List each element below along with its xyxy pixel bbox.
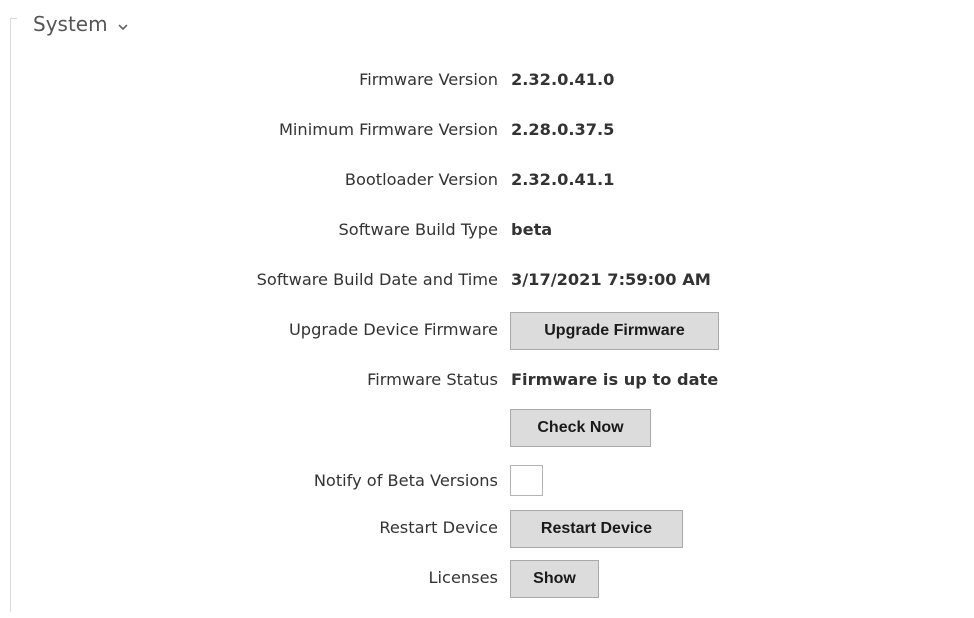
section-border-tick	[10, 18, 17, 19]
bootloader-version-label: Bootloader Version	[344, 170, 498, 189]
row-upgrade-firmware: Upgrade Device Firmware Upgrade Firmware	[0, 312, 974, 350]
notify-beta-label: Notify of Beta Versions	[313, 471, 498, 490]
firmware-status-label: Firmware Status	[367, 370, 498, 389]
notify-beta-checkbox[interactable]	[510, 465, 543, 496]
row-minimum-firmware-version: Minimum Firmware Version 2.28.0.37.5	[0, 115, 974, 145]
upgrade-firmware-button[interactable]: Upgrade Firmware	[510, 312, 719, 350]
firmware-version-label: Firmware Version	[359, 70, 498, 89]
row-licenses: Licenses Show	[0, 560, 974, 598]
software-build-date-value: 3/17/2021 7:59:00 AM	[511, 270, 711, 289]
licenses-label: Licenses	[428, 568, 498, 587]
chevron-down-icon	[117, 18, 129, 30]
licenses-show-button[interactable]: Show	[510, 560, 599, 598]
upgrade-firmware-label: Upgrade Device Firmware	[288, 320, 498, 339]
minimum-firmware-version-label: Minimum Firmware Version	[278, 120, 498, 139]
restart-device-label: Restart Device	[379, 518, 498, 537]
firmware-version-value: 2.32.0.41.0	[511, 70, 615, 89]
check-now-button[interactable]: Check Now	[510, 409, 651, 447]
section-title: System	[33, 12, 108, 36]
software-build-date-label: Software Build Date and Time	[256, 270, 498, 289]
row-check-now: Check Now	[0, 409, 974, 447]
minimum-firmware-version-value: 2.28.0.37.5	[511, 120, 615, 139]
restart-device-button[interactable]: Restart Device	[510, 510, 683, 548]
row-software-build-type: Software Build Type beta	[0, 215, 974, 245]
row-bootloader-version: Bootloader Version 2.32.0.41.1	[0, 165, 974, 195]
bootloader-version-value: 2.32.0.41.1	[511, 170, 615, 189]
row-firmware-status: Firmware Status Firmware is up to date	[0, 365, 974, 395]
software-build-type-value: beta	[511, 220, 553, 239]
row-notify-beta: Notify of Beta Versions	[0, 465, 974, 496]
row-firmware-version: Firmware Version 2.32.0.41.0	[0, 65, 974, 95]
software-build-type-label: Software Build Type	[338, 220, 498, 239]
system-settings-page: System Firmware Version 2.32.0.41.0 Mini…	[0, 0, 974, 618]
section-header-system[interactable]: System	[33, 8, 129, 40]
row-restart-device: Restart Device Restart Device	[0, 510, 974, 548]
row-software-build-date: Software Build Date and Time 3/17/2021 7…	[0, 265, 974, 295]
firmware-status-value: Firmware is up to date	[511, 370, 719, 389]
